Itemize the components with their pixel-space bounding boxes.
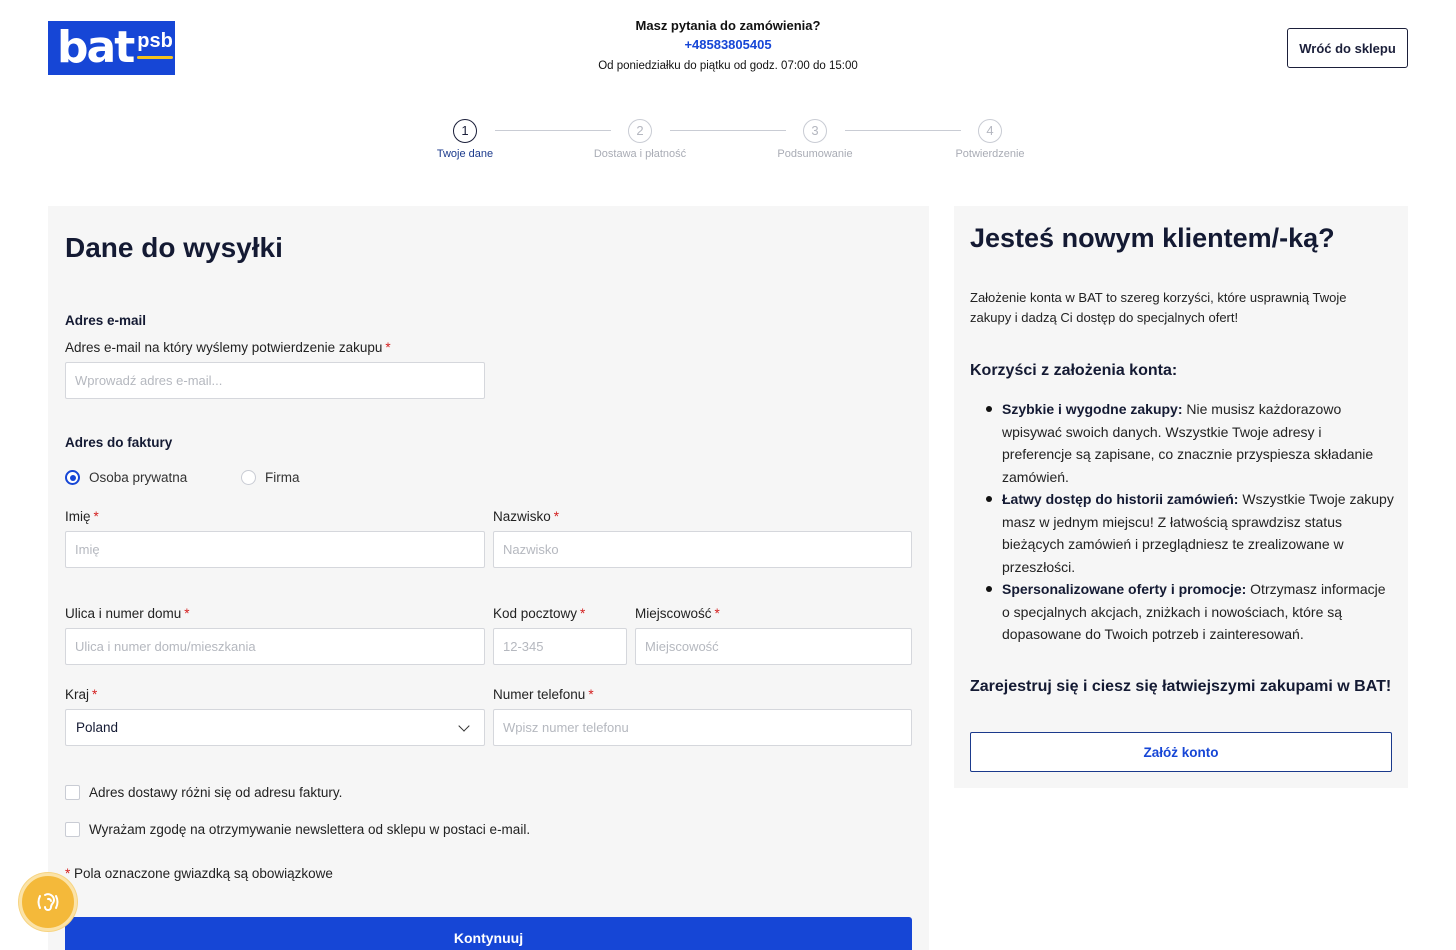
step-delivery-payment: 2 Dostawa i płatność xyxy=(580,119,700,160)
checkout-stepper: 1 Twoje dane 2 Dostawa i płatność 3 Pods… xyxy=(0,119,1456,169)
different-delivery-label: Adres dostawy różni się od adresu faktur… xyxy=(89,785,343,800)
email-section-label: Adres e-mail xyxy=(65,313,147,328)
required-star: * xyxy=(92,687,98,702)
radio-private-label: Osoba prywatna xyxy=(89,470,188,485)
step-label: Podsumowanie xyxy=(777,148,853,160)
benefit-item: Spersonalizowane oferty i promocje: Otrz… xyxy=(984,578,1394,646)
newsletter-checkbox-row[interactable]: Wyrażam zgodę na otrzymywanie newsletter… xyxy=(65,822,530,837)
continue-button[interactable]: Kontynuuj xyxy=(65,917,912,950)
phone-label-text: Numer telefonu xyxy=(493,687,586,702)
radio-private-person[interactable]: Osoba prywatna xyxy=(65,470,187,485)
shipping-form-panel: Dane do wysyłki Adres e-mail Adres e-mai… xyxy=(48,206,929,950)
phone-input[interactable] xyxy=(493,709,912,746)
new-customer-title: Jesteś nowym klientem/-ką? xyxy=(970,223,1335,253)
step-number: 2 xyxy=(628,119,652,143)
contact-hours: Od poniedziałku do piątku od godz. 07:00… xyxy=(598,60,858,72)
benefits-list: Szybkie i wygodne zakupy: Nie musisz każ… xyxy=(984,398,1394,646)
postal-code-label: Kod pocztowy * xyxy=(493,606,585,621)
newsletter-checkbox[interactable] xyxy=(65,822,80,837)
postal-code-label-text: Kod pocztowy xyxy=(493,606,578,621)
city-label: Miejscowość * xyxy=(635,606,720,621)
country-selected-value: Poland xyxy=(76,720,119,735)
newsletter-label: Wyrażam zgodę na otrzymywanie newsletter… xyxy=(89,822,531,837)
radio-company-button[interactable] xyxy=(241,470,256,485)
accessibility-button[interactable] xyxy=(19,873,77,931)
benefit-item: Łatwy dostęp do historii zamówień: Wszys… xyxy=(984,488,1394,578)
benefits-title: Korzyści z założenia konta: xyxy=(970,362,1178,379)
last-name-label-text: Nazwisko xyxy=(493,509,551,524)
step-label: Dostawa i płatność xyxy=(593,148,687,160)
step-number: 1 xyxy=(453,119,477,143)
postal-code-input[interactable] xyxy=(493,628,627,665)
email-label: Adres e-mail na który wyślemy potwierdze… xyxy=(65,340,391,355)
required-star: * xyxy=(553,509,560,524)
street-label-text: Ulica i numer domu xyxy=(65,606,182,621)
required-star: * xyxy=(714,606,720,621)
required-star: * xyxy=(93,509,99,524)
email-label-text: Adres e-mail na który wyślemy potwierdze… xyxy=(65,340,383,355)
step-summary: 3 Podsumowanie xyxy=(755,119,875,160)
different-delivery-checkbox-row[interactable]: Adres dostawy różni się od adresu faktur… xyxy=(65,785,342,800)
benefit-title: Szybkie i wygodne zakupy: xyxy=(1002,401,1183,417)
radio-private-button[interactable] xyxy=(65,470,80,485)
benefit-item: Szybkie i wygodne zakupy: Nie musisz każ… xyxy=(984,398,1394,488)
form-title: Dane do wysyłki xyxy=(65,232,283,263)
required-star: * xyxy=(588,687,594,702)
phone-label: Numer telefonu * xyxy=(493,687,594,702)
first-name-input[interactable] xyxy=(65,531,485,568)
new-customer-intro: Założenie konta w BAT to szereg korzyści… xyxy=(970,290,1347,325)
required-note-text: Pola oznaczone gwiazdką są obowiązkowe xyxy=(74,866,333,881)
different-delivery-checkbox[interactable] xyxy=(65,785,80,800)
bat-logo[interactable]: bat psb xyxy=(48,21,175,75)
invoice-section-label: Adres do faktury xyxy=(65,435,173,450)
logo-psb: psb xyxy=(137,29,173,59)
step-number: 4 xyxy=(978,119,1002,143)
first-name-label: Imię * xyxy=(65,509,99,524)
step-number: 3 xyxy=(803,119,827,143)
radio-company[interactable]: Firma xyxy=(241,470,300,485)
benefit-title: Łatwy dostęp do historii zamówień: xyxy=(1002,491,1239,507)
back-to-shop-button[interactable]: Wróć do sklepu xyxy=(1287,28,1408,68)
create-account-button[interactable]: Załóż konto xyxy=(970,732,1392,772)
step-label: Twoje dane xyxy=(436,148,494,160)
country-label: Kraj * xyxy=(65,687,97,702)
required-star: * xyxy=(385,340,391,355)
street-label: Ulica i numer domu * xyxy=(65,606,190,621)
first-name-label-text: Imię xyxy=(65,509,91,524)
contact-info: Masz pytania do zamówienia? +48583805405… xyxy=(528,18,928,76)
city-input[interactable] xyxy=(635,628,912,665)
email-input[interactable] xyxy=(65,362,485,399)
benefit-title: Spersonalizowane oferty i promocje: xyxy=(1002,581,1247,597)
required-star: * xyxy=(580,606,586,621)
country-select[interactable]: Poland xyxy=(65,709,485,746)
accessibility-icon xyxy=(37,893,59,911)
country-label-text: Kraj xyxy=(65,687,90,702)
street-input[interactable] xyxy=(65,628,485,665)
register-cta-text: Zarejestruj się i ciesz się łatwiejszymi… xyxy=(970,678,1392,695)
step-confirmation: 4 Potwierdzenie xyxy=(930,119,1050,160)
logo-text: bat xyxy=(57,22,135,73)
city-label-text: Miejscowość xyxy=(635,606,712,621)
last-name-label: Nazwisko * xyxy=(493,509,559,524)
required-fields-note: * Pola oznaczone gwiazdką są obowiązkowe xyxy=(65,866,333,881)
step-your-data: 1 Twoje dane xyxy=(405,119,525,160)
radio-company-label: Firma xyxy=(265,470,300,485)
new-customer-panel: Jesteś nowym klientem/-ką? Założenie kon… xyxy=(954,206,1408,788)
contact-question: Masz pytania do zamówienia? xyxy=(635,18,821,33)
last-name-input[interactable] xyxy=(493,531,912,568)
required-star: * xyxy=(184,606,190,621)
chevron-down-icon xyxy=(458,719,470,732)
step-label: Potwierdzenie xyxy=(955,148,1025,160)
contact-phone-link[interactable]: +48583805405 xyxy=(528,34,928,56)
